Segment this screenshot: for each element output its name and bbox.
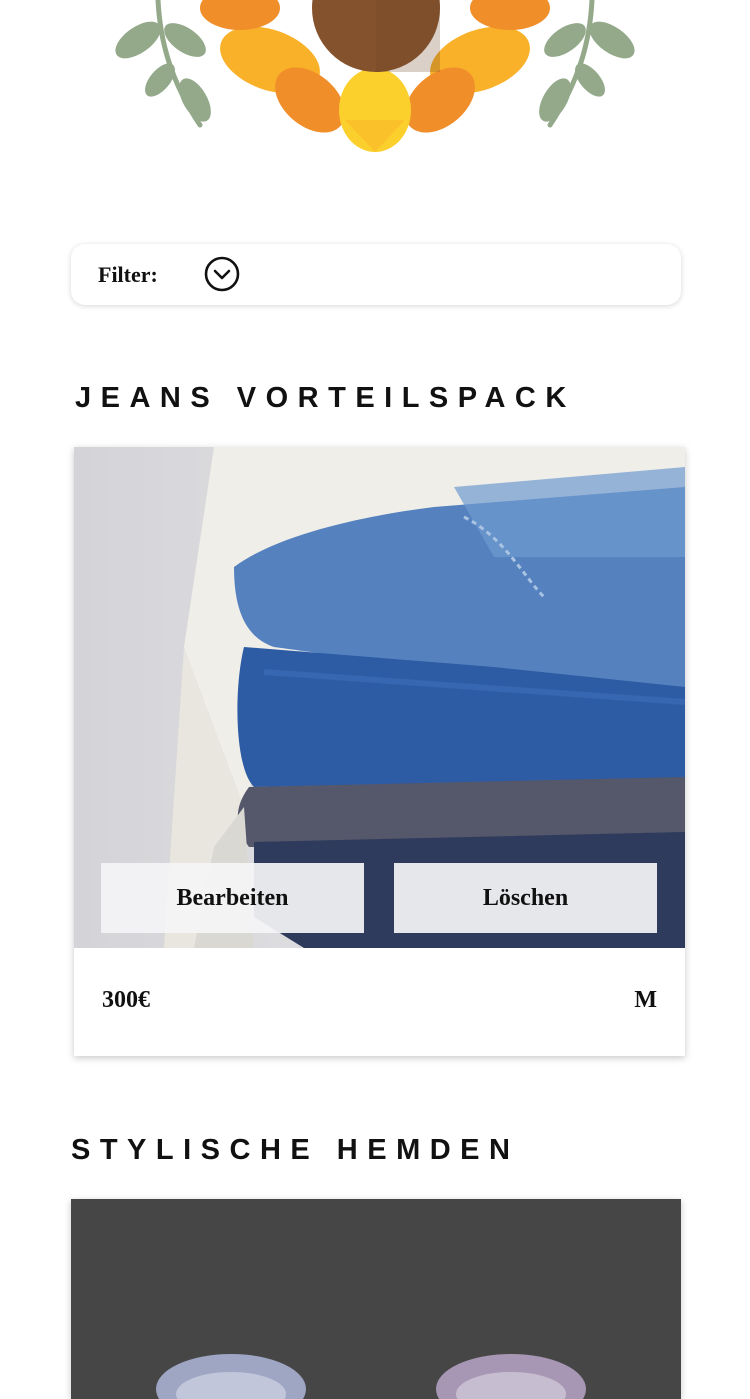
filter-label: Filter: [98, 262, 158, 287]
product-size: M [634, 987, 657, 1013]
section-title: STYLISCHE HEMDEN [71, 1134, 520, 1166]
product-price: 300€ [102, 987, 150, 1013]
chevron-down-circle-icon [204, 256, 240, 292]
filter-bar: Filter: [71, 244, 681, 305]
sunflower-icon [115, 0, 635, 152]
edit-button[interactable]: Bearbeiten [101, 863, 364, 933]
product-card[interactable] [71, 1199, 681, 1399]
filter-toggle-button[interactable] [204, 256, 240, 292]
product-card[interactable]: Bearbeiten Löschen 300€ M [74, 447, 685, 1056]
sunflower-header-decoration [0, 0, 750, 170]
delete-button[interactable]: Löschen [394, 863, 657, 933]
section-title: JEANS VORTEILSPACK [75, 382, 576, 414]
shirts-photo [71, 1199, 681, 1399]
